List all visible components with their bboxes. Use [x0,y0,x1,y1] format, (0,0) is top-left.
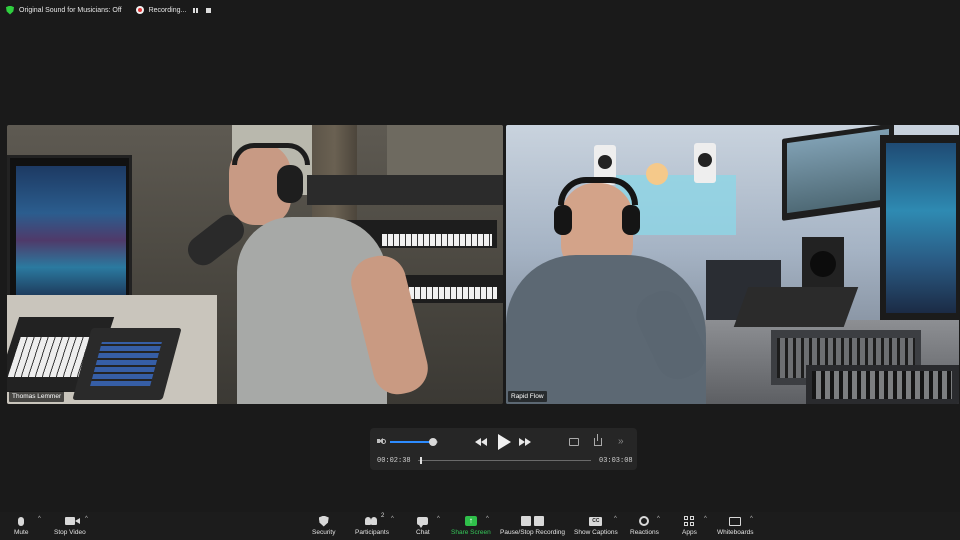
recording-indicator: Recording... [135,6,213,14]
audio-status-text: Original Sound for Musicians: Off [19,6,122,14]
captions-icon: CC [589,516,603,526]
seek-knob[interactable] [420,457,423,464]
pad-controller [72,328,182,400]
apps-label: Apps [682,529,697,536]
meeting-status-bar: Original Sound for Musicians: Off Record… [0,0,960,20]
headphone-earcup-left [554,205,572,235]
play-button[interactable] [497,434,511,450]
video-tile-thomas-lemmer[interactable]: Thomas Lemmer [7,125,503,404]
apps-options-caret[interactable]: ^ [704,516,707,522]
volume-fill [390,441,434,443]
chat-button[interactable]: Chat [416,514,430,536]
mute-label: Mute [14,529,29,536]
captions-options-caret[interactable]: ^ [614,516,617,522]
play-icon [497,434,511,450]
apps-button[interactable]: Apps [682,514,697,536]
fast-forward-button[interactable] [519,434,531,450]
headphone-earcup-right [622,205,640,235]
chat-options-caret[interactable]: ^ [437,516,440,522]
share-icon [594,434,602,446]
security-button[interactable]: Security [312,514,335,536]
participants-options-caret[interactable]: ^ [391,516,394,522]
whiteboards-label: Whiteboards [717,529,754,536]
whiteboard-icon [729,516,742,526]
reactions-icon [639,516,650,526]
synth-rack-top [307,175,503,205]
mixer-faders [806,365,959,404]
participant-name-label: Rapid Flow [508,391,547,402]
volume-icon[interactable] [377,438,386,445]
pause-recording-button[interactable] [191,6,199,14]
seek-bar[interactable] [418,457,591,464]
lamp-glow [646,163,668,185]
pause-stop-recording-button[interactable]: Pause/Stop Recording [500,514,565,536]
pause-stop-recording-icon [521,516,545,526]
chat-icon [417,517,429,528]
reactions-button[interactable]: Reactions [630,514,659,536]
audio-status-chip[interactable]: Original Sound for Musicians: Off [6,5,122,15]
shield-check-icon [6,5,14,15]
security-label: Security [312,529,336,536]
share-screen-label: Share Screen [451,529,491,536]
participant-name-label: Thomas Lemmer [9,391,65,402]
shield-icon [318,515,329,527]
share-screen-icon: ↑ [464,516,477,526]
whiteboards-button[interactable]: Whiteboards [717,514,754,536]
volume-slider[interactable] [390,438,438,446]
double-chevron-icon: » [618,436,624,447]
picture-in-picture-icon [569,438,579,446]
stop-icon [205,7,211,13]
stop-recording-button[interactable] [204,6,212,14]
recording-dot-icon [135,6,144,14]
show-captions-label: Show Captions [574,529,618,536]
share-screen-button[interactable]: ↑ Share Screen [451,514,491,536]
speaker-right [694,143,716,183]
chat-label: Chat [416,529,430,536]
recording-label: Recording... [148,6,187,14]
headphones [558,177,638,205]
participants-count: 2 [381,513,385,519]
pause-icon [192,7,198,13]
current-time: 00:02:38 [377,457,411,465]
recording-playback-player: » 00:02:38 03:03:08 [370,428,637,470]
mute-button[interactable]: Mute [14,514,28,536]
pause-stop-recording-label: Pause/Stop Recording [500,529,566,536]
synth-controller [733,287,859,327]
video-tile-rapid-flow[interactable]: Rapid Flow [506,125,959,404]
studio-speaker [802,237,844,289]
stop-video-button[interactable]: Stop Video [54,514,86,536]
apps-icon [683,515,695,527]
participants-label: Participants [355,529,389,536]
share-options-caret[interactable]: ^ [486,516,489,522]
daw-monitor [880,135,959,325]
fast-forward-icon [519,438,531,446]
microphone-icon [18,516,25,526]
video-camera-icon [64,517,80,525]
stop-video-label: Stop Video [54,529,86,536]
zoom-meeting-window: Original Sound for Musicians: Off Record… [0,0,960,540]
reactions-options-caret[interactable]: ^ [657,516,660,522]
participants-icon [364,516,379,526]
audio-options-caret[interactable]: ^ [38,516,41,522]
volume-knob[interactable] [429,438,438,446]
reactions-label: Reactions [630,529,659,536]
studio-monitor [7,155,132,310]
share-button[interactable] [594,434,602,450]
expand-button[interactable]: » [618,434,624,450]
video-options-caret[interactable]: ^ [85,516,88,522]
headphones [232,143,310,165]
total-time: 03:03:08 [599,457,633,465]
show-captions-button[interactable]: CC Show Captions [574,514,618,536]
video-monitor [782,125,894,221]
rewind-icon [475,438,487,446]
picture-in-picture-button[interactable] [569,434,579,450]
rewind-button[interactable] [475,434,487,450]
whiteboards-options-caret[interactable]: ^ [750,516,753,522]
meeting-toolbar: Mute ^ Stop Video ^ Security Participant… [0,512,960,540]
headphone-earcup [277,165,303,203]
